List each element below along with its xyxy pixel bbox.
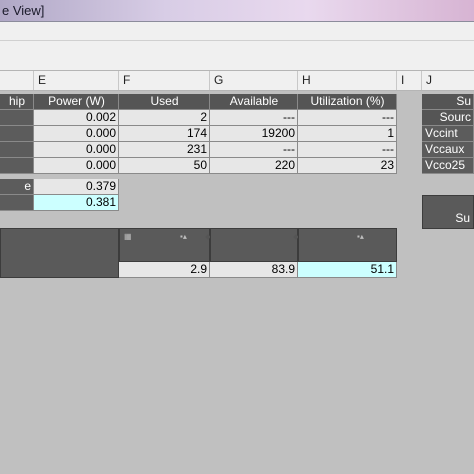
toolbar-area [0,22,474,70]
power-cell[interactable]: 0.000 [34,126,119,142]
bottom-header-cell[interactable]: ▪▴ [298,228,397,262]
available-cell[interactable]: 220 [210,158,298,174]
bottom-value-cell[interactable]: 83.9 [210,262,298,278]
column-header-h[interactable]: H [298,71,397,90]
source-header[interactable]: Sourc [422,110,474,126]
window-title: e View] [2,3,45,18]
available-cell[interactable]: --- [210,110,298,126]
toolbar-divider [0,40,474,41]
available-header[interactable]: Available [210,94,298,110]
supply-header[interactable]: Su [422,94,474,110]
column-header-f[interactable]: F [119,71,210,90]
power-cell[interactable]: 0.000 [34,158,119,174]
used-cell[interactable]: 2 [119,110,210,126]
supply-source-item[interactable]: Vccint [422,126,474,142]
row-label-cell[interactable] [0,142,34,158]
bottom-value-cell[interactable]: 51.1 [298,262,397,278]
used-cell[interactable]: 174 [119,126,210,142]
column-header-g[interactable]: G [210,71,298,90]
supply-summary-header[interactable]: Su [422,195,474,229]
column-header-i[interactable]: I [397,71,422,90]
utilization-cell[interactable]: 1 [298,126,397,142]
chart-icon: ▪▴ [357,232,364,241]
bottom-value-cell[interactable]: 2.9 [119,262,210,278]
bottom-label-block[interactable] [0,228,119,278]
subtotal-label[interactable]: e [0,179,34,195]
utilization-header[interactable]: Utilization (%) [298,94,397,110]
chart-icon: ▪▴ [180,232,187,241]
total-label-cell[interactable] [0,195,34,211]
chip-header[interactable]: hip [0,94,34,110]
supply-source-item[interactable]: Vccaux [422,142,474,158]
bottom-header-cell[interactable] [210,228,299,262]
available-cell[interactable]: --- [210,142,298,158]
row-label-cell[interactable] [0,126,34,142]
power-header[interactable]: Power (W) [34,94,119,110]
power-cell[interactable]: 0.000 [34,142,119,158]
window-titlebar: e View] [0,0,474,22]
used-cell[interactable]: 50 [119,158,210,174]
total-power-cell[interactable]: 0.381 [34,195,119,211]
row-label-cell[interactable] [0,110,34,126]
utilization-cell[interactable]: --- [298,110,397,126]
used-header[interactable]: Used [119,94,210,110]
column-header-e[interactable]: E [34,71,119,90]
subtotal-power-cell[interactable]: 0.379 [34,179,119,195]
used-cell[interactable]: 231 [119,142,210,158]
bottom-header-cell[interactable]: ▦ ▪▴ [119,228,211,262]
utilization-cell[interactable]: --- [298,142,397,158]
power-cell[interactable]: 0.002 [34,110,119,126]
column-header-d[interactable] [0,71,34,90]
column-header-j[interactable]: J [422,71,474,90]
supply-source-item[interactable]: Vcco25 [422,158,474,174]
available-cell[interactable]: 19200 [210,126,298,142]
chart-icon: ▦ [124,232,132,241]
column-header-row: E F G H I J [0,71,474,91]
row-label-cell[interactable] [0,158,34,174]
utilization-cell[interactable]: 23 [298,158,397,174]
